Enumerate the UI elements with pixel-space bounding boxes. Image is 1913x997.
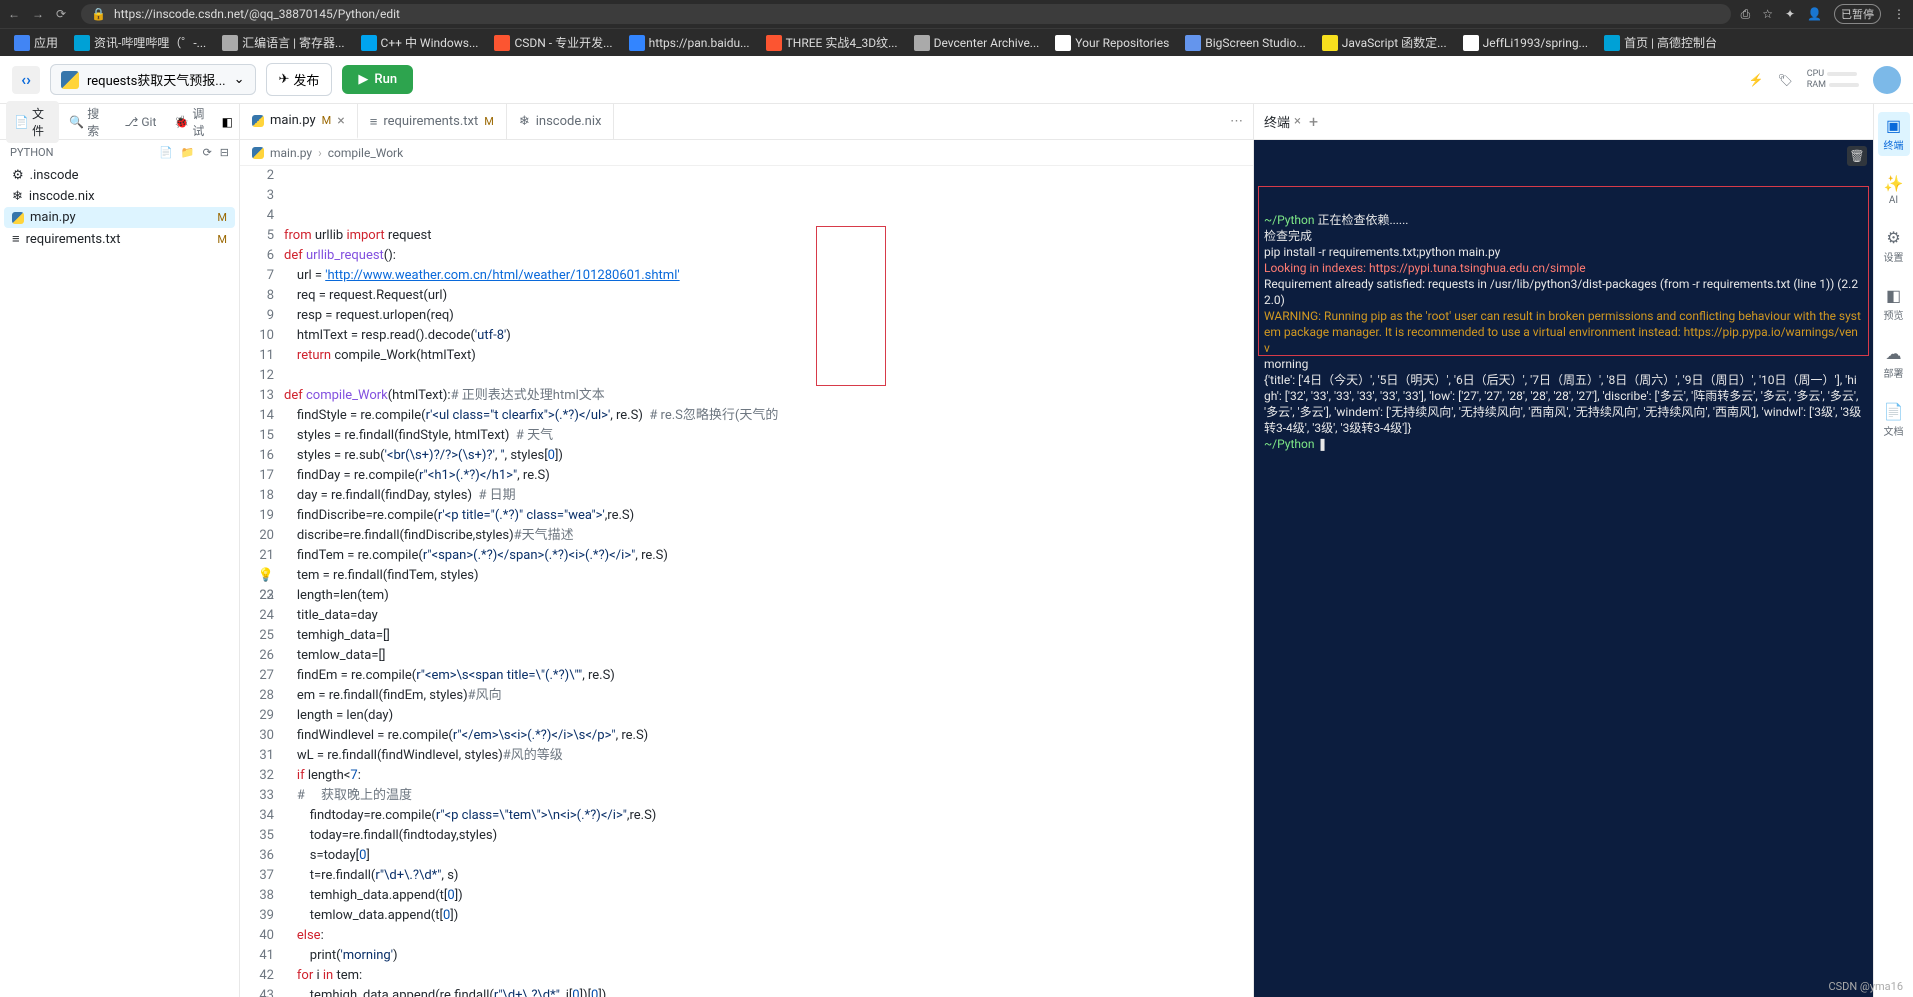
user-avatar[interactable] bbox=[1873, 66, 1901, 94]
file-sidebar: 📄文件🔍搜索⎇Git🐞调试◧ PYTHON 📄 📁 ⟳ ⊟ ⚙.inscode❄… bbox=[0, 104, 240, 997]
code-editor[interactable]: 23456789101112131415161718192021💡 222324… bbox=[240, 166, 1253, 997]
python-icon bbox=[61, 71, 79, 89]
watermark: CSDN @yma16 bbox=[1828, 980, 1903, 993]
bookmark-item[interactable]: 应用 bbox=[8, 31, 64, 54]
browser-chrome: ← → ⟳ 🔒 https://inscode.csdn.net/@qq_388… bbox=[0, 0, 1913, 28]
terminal-tab[interactable]: 终端 × bbox=[1264, 112, 1301, 131]
forward-icon[interactable]: → bbox=[32, 7, 44, 21]
bookmark-item[interactable]: BigScreen Studio... bbox=[1179, 32, 1312, 54]
address-bar[interactable]: 🔒 https://inscode.csdn.net/@qq_38870145/… bbox=[81, 4, 1731, 24]
tab-overflow-icon[interactable]: ⋯ bbox=[1230, 114, 1243, 129]
bookmark-item[interactable]: https://pan.baidu... bbox=[623, 32, 756, 54]
trash-icon[interactable]: 🗑 bbox=[1847, 146, 1867, 166]
sidebar-tool-文件[interactable]: 📄文件 bbox=[6, 101, 59, 143]
run-button[interactable]: ▶ Run bbox=[342, 65, 413, 94]
rail-item-部署[interactable]: ☁部署 bbox=[1882, 340, 1906, 384]
sidebar-tool-搜索[interactable]: 🔍搜索 bbox=[61, 101, 114, 143]
menu-icon[interactable]: ⋮ bbox=[1893, 7, 1905, 21]
breadcrumb[interactable]: main.py › compile_Work bbox=[240, 140, 1253, 166]
pause-badge[interactable]: 已暂停 bbox=[1834, 4, 1881, 24]
cast-icon[interactable]: ⎙ bbox=[1741, 7, 1751, 22]
bookmark-item[interactable]: CSDN - 专业开发... bbox=[488, 31, 618, 54]
chevron-down-icon: ⌄ bbox=[234, 72, 245, 87]
close-icon[interactable]: × bbox=[337, 113, 344, 129]
collapse-icon[interactable]: ⊟ bbox=[220, 146, 229, 159]
new-file-icon[interactable]: 📄 bbox=[159, 146, 173, 159]
rail-item-文档[interactable]: 📄文档 bbox=[1882, 398, 1906, 442]
bookmark-item[interactable]: JavaScript 函数定... bbox=[1316, 31, 1453, 54]
terminal-panel: 终端 × + 🗑 ~/Python 正在检查依赖...... 检查完成 pip … bbox=[1253, 104, 1873, 997]
python-icon bbox=[252, 147, 264, 159]
extensions-icon[interactable]: ✦ bbox=[1785, 7, 1795, 21]
rail-item-设置[interactable]: ⚙设置 bbox=[1882, 224, 1906, 268]
lock-icon: 🔒 bbox=[91, 7, 106, 21]
resource-meter: CPU RAM bbox=[1807, 69, 1859, 90]
bookmark-item[interactable]: 汇编语言 | 寄存器... bbox=[216, 31, 350, 54]
publish-button[interactable]: ✈ 发布 bbox=[266, 63, 333, 96]
lightning-icon[interactable]: ⚡ bbox=[1749, 73, 1764, 87]
project-name: requests获取天气预报... bbox=[87, 70, 226, 89]
bookmark-item[interactable]: Your Repositories bbox=[1049, 32, 1175, 54]
new-folder-icon[interactable]: 📁 bbox=[181, 146, 195, 159]
bookmark-item[interactable]: Devcenter Archive... bbox=[908, 32, 1046, 54]
file-item[interactable]: ❄inscode.nix bbox=[4, 186, 235, 207]
project-label: PYTHON bbox=[10, 146, 53, 159]
close-icon[interactable]: × bbox=[1294, 114, 1301, 129]
bookmark-item[interactable]: C++ 中 Windows... bbox=[355, 31, 485, 54]
panel-toggle-icon[interactable]: ◧ bbox=[222, 115, 233, 129]
profile-icon[interactable]: 👤 bbox=[1807, 7, 1822, 21]
editor-tab[interactable]: ≡requirements.txtM bbox=[358, 104, 507, 139]
play-icon: ▶ bbox=[358, 72, 368, 87]
terminal-output[interactable]: 🗑 ~/Python 正在检查依赖...... 检查完成 pip install… bbox=[1254, 140, 1873, 997]
bookmark-item[interactable]: 首页 | 高德控制台 bbox=[1598, 31, 1723, 54]
bookmark-item[interactable]: 资讯-哔哩哔哩（゜-... bbox=[68, 31, 212, 54]
sidebar-tool-Git[interactable]: ⎇Git bbox=[117, 111, 165, 133]
bookmark-item[interactable]: THREE 实战4_3D纹... bbox=[760, 31, 904, 54]
refresh-icon[interactable]: ⟳ bbox=[203, 146, 212, 159]
editor-tab[interactable]: main.pyM× bbox=[240, 104, 358, 139]
editor-area: main.pyM×≡requirements.txtM❄inscode.nix ⋯… bbox=[240, 104, 1253, 997]
app-logo[interactable]: ‹› bbox=[12, 66, 40, 94]
project-selector[interactable]: requests获取天气预报... ⌄ bbox=[50, 64, 256, 95]
sidebar-tool-调试[interactable]: 🐞调试 bbox=[166, 101, 219, 143]
rail-item-AI[interactable]: ✨AI bbox=[1882, 170, 1906, 210]
file-item[interactable]: main.pyM bbox=[4, 207, 235, 228]
add-terminal-icon[interactable]: + bbox=[1309, 112, 1318, 131]
star-icon[interactable]: ☆ bbox=[1762, 7, 1773, 21]
url-text: https://inscode.csdn.net/@qq_38870145/Py… bbox=[114, 7, 400, 21]
back-icon[interactable]: ← bbox=[8, 7, 20, 21]
file-item[interactable]: ⚙.inscode bbox=[4, 165, 235, 186]
rail-item-终端[interactable]: ▣终端 bbox=[1878, 112, 1910, 156]
bookmark-item[interactable]: JeffLi1993/spring... bbox=[1457, 32, 1594, 54]
editor-tab[interactable]: ❄inscode.nix bbox=[507, 104, 615, 139]
app-toolbar: ‹› requests获取天气预报... ⌄ ✈ 发布 ▶ Run ⚡ 🏷 CP… bbox=[0, 56, 1913, 104]
publish-icon: ✈ bbox=[279, 72, 290, 87]
settings-icon[interactable]: 🏷 bbox=[1777, 73, 1792, 87]
file-item[interactable]: ≡requirements.txtM bbox=[4, 228, 235, 250]
bookmarks-bar: 应用资讯-哔哩哔哩（゜-...汇编语言 | 寄存器...C++ 中 Window… bbox=[0, 28, 1913, 56]
reload-icon[interactable]: ⟳ bbox=[56, 7, 66, 21]
rail-item-预览[interactable]: ◧预览 bbox=[1882, 282, 1906, 326]
right-rail: ▣终端 ✨AI ⚙设置 ◧预览 ☁部署 📄文档 bbox=[1873, 104, 1913, 997]
